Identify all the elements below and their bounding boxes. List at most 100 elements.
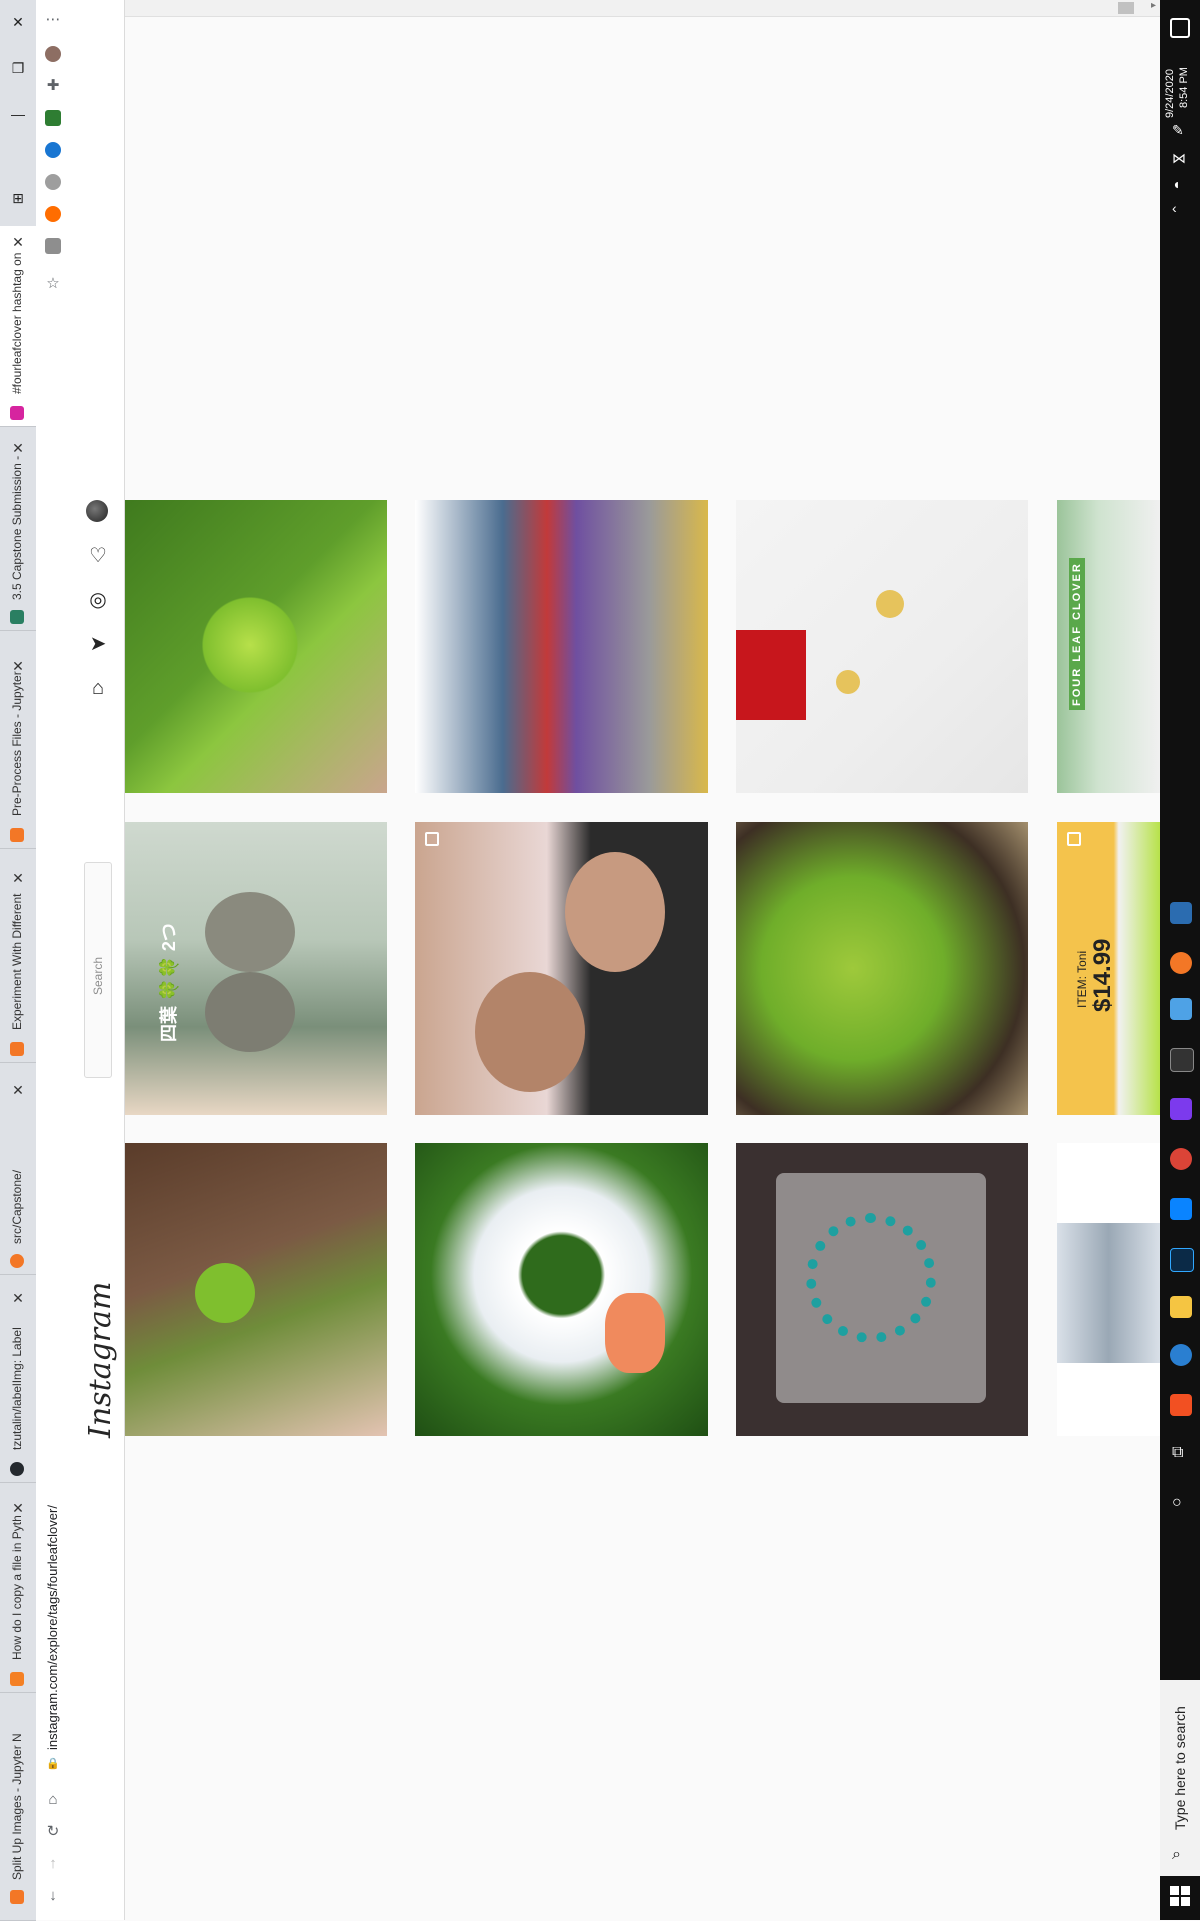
post-tile[interactable]: ITEM: Toni $14.99 bbox=[1057, 822, 1160, 1115]
product-item-label: ITEM: Toni bbox=[1075, 950, 1089, 1008]
product-price: $14.99 bbox=[1089, 938, 1116, 1012]
bracelet-shape bbox=[806, 1213, 936, 1343]
face-shape bbox=[565, 852, 665, 972]
clover-shape bbox=[195, 590, 305, 700]
owl-shape bbox=[205, 972, 295, 1052]
bookmark-star-icon[interactable]: ☆ bbox=[43, 274, 63, 294]
extension-icon[interactable] bbox=[45, 206, 61, 222]
close-icon[interactable]: ✕ bbox=[10, 1290, 26, 1306]
tab-capstone-submission[interactable]: ✕ 3.5 Capstone Submission - bbox=[0, 430, 36, 631]
explore-compass-icon[interactable]: ◎ bbox=[86, 588, 110, 612]
close-icon[interactable]: ✕ bbox=[10, 1082, 26, 1098]
taskbar-search-input[interactable]: Type here to search ⌕ bbox=[1160, 1680, 1200, 1876]
post-overlay-text: 四葉 🍀🍀 2つ bbox=[159, 923, 179, 1042]
forward-arrow-icon[interactable]: ↑ bbox=[43, 1854, 63, 1874]
app-chrome-icon[interactable] bbox=[1170, 1148, 1192, 1170]
close-window-icon[interactable]: ✕ bbox=[8, 12, 28, 32]
app-onenote-icon[interactable] bbox=[1170, 1098, 1192, 1120]
instagram-logo[interactable]: Instagram bbox=[83, 1282, 118, 1438]
scrollbar-thumb[interactable] bbox=[1118, 2, 1134, 14]
jupyter-favicon-icon bbox=[10, 1254, 24, 1268]
close-icon[interactable]: ✕ bbox=[10, 870, 26, 886]
search-input[interactable]: Search bbox=[84, 862, 112, 1078]
minimize-window-icon[interactable]: — bbox=[8, 104, 28, 124]
jupyter-favicon-icon bbox=[10, 1890, 24, 1904]
post-tile[interactable]: FOUR LEAF CLOVER bbox=[1057, 500, 1160, 793]
close-icon[interactable]: ✕ bbox=[10, 440, 26, 456]
search-icon: ⌕ bbox=[1172, 1846, 1181, 1863]
profile-avatar-icon[interactable] bbox=[45, 46, 61, 62]
close-icon[interactable]: ✕ bbox=[10, 234, 26, 250]
app-vscode-icon[interactable] bbox=[1170, 1198, 1192, 1220]
home-icon[interactable]: ⌂ bbox=[43, 1790, 63, 1810]
post-tile[interactable] bbox=[736, 1143, 1028, 1436]
instagram-nav-bar: Instagram Search ⌂ ➤ ◎ ♡ bbox=[70, 0, 125, 1920]
pen-icon[interactable]: ✎ bbox=[1172, 122, 1184, 139]
app-terminal-icon[interactable] bbox=[1170, 1048, 1194, 1072]
cortana-icon[interactable]: ○ bbox=[1172, 1494, 1182, 1512]
extensions-puzzle-icon[interactable]: ✚ bbox=[43, 76, 63, 96]
taskbar-time[interactable]: 8:54 PM bbox=[1178, 67, 1190, 108]
browser-toolbar: ⋯ ✚ ☆ instagram.com/explore/tags/fourlea… bbox=[36, 0, 71, 1920]
post-tile[interactable] bbox=[736, 500, 1028, 793]
app-photoshop-icon[interactable] bbox=[1170, 1248, 1194, 1272]
tab-experiment[interactable]: ✕ Experiment With Different bbox=[0, 862, 36, 1063]
finger-shape bbox=[605, 1293, 665, 1373]
tab-search-icon[interactable]: ⊞ bbox=[8, 188, 28, 208]
app-calculator-icon[interactable] bbox=[1170, 902, 1192, 924]
app-file-explorer-icon[interactable] bbox=[1170, 1296, 1192, 1318]
avatar[interactable] bbox=[86, 500, 108, 522]
post-tile[interactable] bbox=[736, 822, 1028, 1115]
tab-title: Split Up Images - Jupyter N bbox=[10, 1733, 24, 1880]
home-icon[interactable]: ⌂ bbox=[86, 676, 110, 700]
extension-icon[interactable] bbox=[45, 110, 61, 126]
extension-icon[interactable] bbox=[45, 238, 61, 254]
back-arrow-icon[interactable]: ↓ bbox=[43, 1886, 63, 1906]
address-bar[interactable]: instagram.com/explore/tags/fourleafclove… bbox=[45, 1505, 60, 1750]
activity-heart-icon[interactable]: ♡ bbox=[86, 544, 110, 568]
app-weather-icon[interactable] bbox=[1170, 998, 1192, 1020]
stackoverflow-favicon-icon bbox=[10, 1672, 24, 1686]
extension-icon[interactable] bbox=[45, 142, 61, 158]
tab-title: tzutalin/labelImg: Label bbox=[10, 1327, 24, 1450]
scroll-right-arrow-icon[interactable]: ▸ bbox=[1151, 0, 1156, 11]
horizontal-scrollbar[interactable]: ◂ ▸ bbox=[70, 0, 1160, 17]
more-menu-icon[interactable]: ⋯ bbox=[43, 10, 63, 30]
post-tile[interactable] bbox=[125, 1143, 387, 1436]
figurine-display-shape bbox=[1057, 1223, 1160, 1363]
taskbar-date[interactable]: 9/24/2020 bbox=[1164, 69, 1176, 118]
tab-preprocess-files[interactable]: ✕ Pre-Process Files - Jupyter bbox=[0, 648, 36, 849]
reload-icon[interactable]: ↻ bbox=[43, 1822, 63, 1842]
tab-title: Pre-Process Files - Jupyter bbox=[10, 671, 24, 816]
network-icon[interactable]: ⋈ bbox=[1172, 150, 1186, 167]
app-store-icon[interactable] bbox=[1170, 1394, 1192, 1416]
tab-labelimg[interactable]: ✕ tzutalin/labelImg: Label bbox=[0, 1282, 36, 1483]
tab-fourleafclover[interactable]: ✕ #fourleafclover hashtag on bbox=[0, 226, 36, 427]
app-jupyter-icon[interactable] bbox=[1170, 952, 1192, 974]
direct-send-icon[interactable]: ➤ bbox=[86, 632, 110, 656]
post-tile[interactable] bbox=[125, 500, 387, 793]
taskbar-search-placeholder: Type here to search bbox=[1172, 1706, 1188, 1830]
clover-charm-shape bbox=[876, 590, 904, 618]
task-view-icon[interactable]: ⧉ bbox=[1172, 1444, 1183, 1462]
post-tile[interactable] bbox=[415, 500, 708, 793]
post-tile[interactable] bbox=[1057, 1143, 1160, 1436]
tab-title: How do I copy a file in Pyth bbox=[10, 1515, 24, 1660]
close-icon[interactable]: ✕ bbox=[10, 1500, 26, 1516]
restore-window-icon[interactable]: ❐ bbox=[8, 58, 28, 78]
tab-title: 3.5 Capstone Submission - bbox=[10, 455, 24, 600]
tab-copy-file-python[interactable]: ✕ How do I copy a file in Pyth bbox=[0, 1492, 36, 1693]
post-tile[interactable] bbox=[415, 1143, 708, 1436]
extension-icon[interactable] bbox=[45, 174, 61, 190]
show-hidden-icons-icon[interactable]: ‹ bbox=[1172, 200, 1177, 216]
post-tile[interactable] bbox=[415, 822, 708, 1115]
tab-split-up-images[interactable]: Split Up Images - Jupyter N bbox=[0, 1700, 36, 1921]
post-tile[interactable]: 四葉 🍀🍀 2つ bbox=[125, 822, 387, 1115]
tab-src-capstone[interactable]: ✕ src/Capstone/ bbox=[0, 1074, 36, 1275]
windows-taskbar: 9/24/2020 8:54 PM ✎ ⋈ ◖ ‹ ⧉ ○ Type here … bbox=[1160, 0, 1200, 1920]
clover-charm-shape bbox=[836, 670, 860, 694]
app-edge-icon[interactable] bbox=[1170, 1344, 1192, 1366]
volume-icon[interactable]: ◖ bbox=[1172, 176, 1180, 192]
notification-icon[interactable] bbox=[1170, 18, 1190, 38]
windows-start-icon[interactable] bbox=[1170, 1886, 1190, 1906]
